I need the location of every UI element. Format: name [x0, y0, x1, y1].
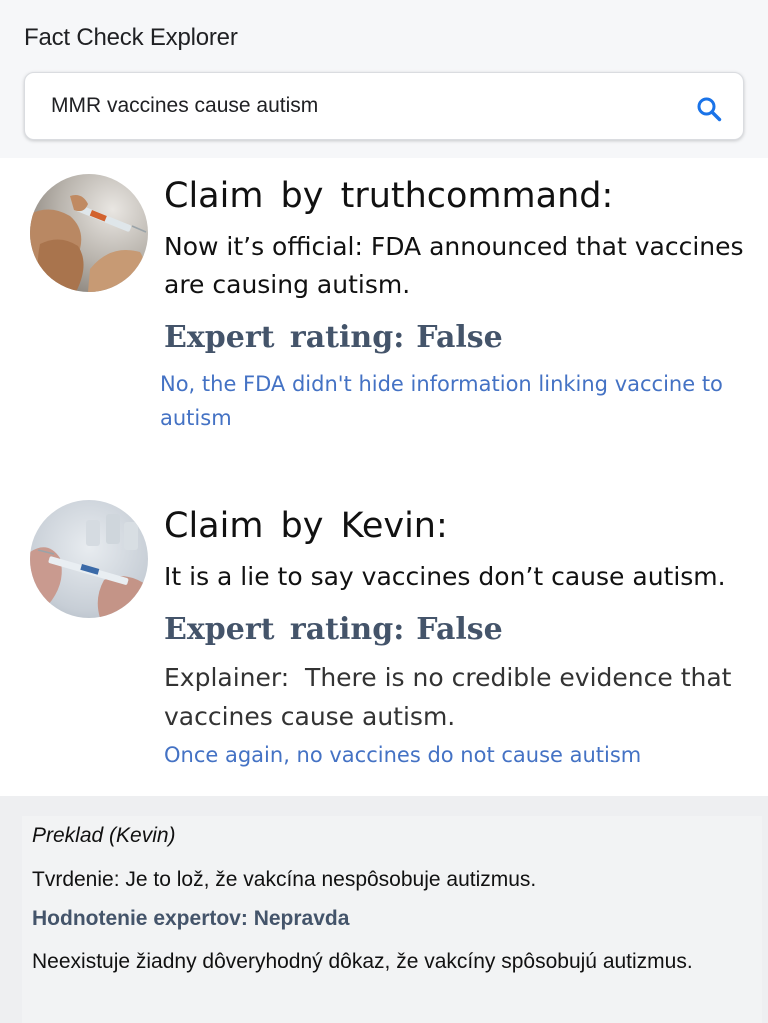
claim-text: It is a lie to say vaccines don’t cause … [164, 562, 726, 591]
translation-explainer: Neexistuje žiadny dôveryhodný dôkaz, že … [32, 950, 693, 973]
claim-title: Claim by truthcommand: [164, 176, 614, 216]
expert-rating: Expert rating: False [164, 612, 503, 647]
rating-value: False [416, 612, 503, 647]
search-icon[interactable] [695, 95, 723, 123]
fact-check-page: Fact Check Explorer MMR vaccines cause a… [0, 0, 768, 1023]
translation-claim: Tvrdenie: Je to lož, že vakcína nespôsob… [32, 868, 537, 891]
fact-check-article-link[interactable]: Once again, no vaccines do not cause aut… [164, 738, 754, 772]
translation-content: Preklad (Kevin) Tvrdenie: Je to lož, že … [22, 816, 762, 1023]
claimant-avatar [30, 174, 148, 292]
fact-check-article-link[interactable]: No, the FDA didn't hide information link… [160, 367, 750, 435]
translation-rating: Hodnotenie expertov: Nepravda [32, 907, 350, 930]
translation-panel: Preklad (Kevin) Tvrdenie: Je to lož, že … [0, 796, 768, 1023]
claim-title: Claim by Kevin: [164, 506, 448, 546]
app-title: Fact Check Explorer [24, 24, 238, 51]
search-box[interactable] [24, 72, 744, 140]
rating-value: False [416, 320, 503, 355]
claim-text: Now it’s official: FDA announced that va… [164, 232, 744, 299]
explainer-text: Explainer: There is no credible evidence… [164, 663, 740, 731]
app-header: Fact Check Explorer [0, 0, 768, 158]
rating-label: Expert rating: [164, 320, 405, 355]
translation-heading: Preklad (Kevin) [32, 824, 176, 847]
expert-rating: Expert rating: False [164, 320, 503, 355]
search-input[interactable] [51, 91, 671, 121]
rating-label: Expert rating: [164, 612, 405, 647]
claimant-avatar [30, 500, 148, 618]
